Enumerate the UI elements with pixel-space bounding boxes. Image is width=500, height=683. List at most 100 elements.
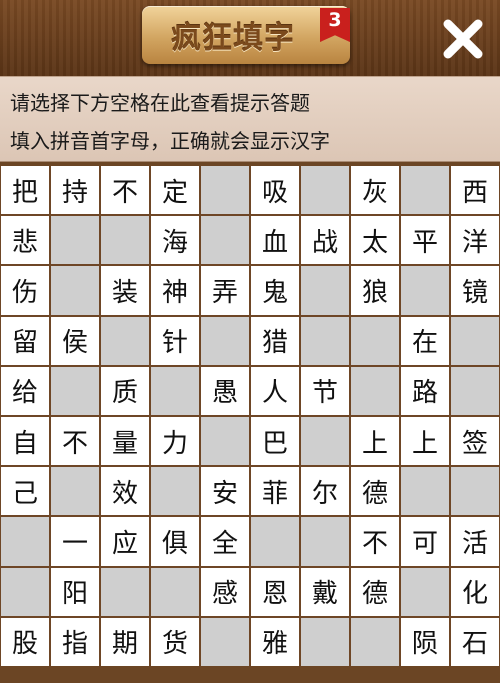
grid-cell[interactable]: 不 <box>51 417 99 466</box>
game-title-plaque: 疯狂填字 <box>142 6 350 64</box>
grid-cell[interactable]: 质 <box>101 366 149 415</box>
grid-cell[interactable]: 自 <box>1 417 49 466</box>
blocked-cell <box>1 567 49 616</box>
grid-cell[interactable]: 持 <box>51 166 99 215</box>
grid-cell[interactable]: 感 <box>201 567 249 616</box>
grid-cell[interactable]: 雅 <box>251 617 299 666</box>
grid-cell[interactable]: 镜 <box>451 266 499 315</box>
grid-cell[interactable]: 悲 <box>1 216 49 265</box>
blocked-cell <box>401 567 449 616</box>
grid-cell[interactable]: 全 <box>201 517 249 566</box>
grid-cell[interactable]: 德 <box>351 467 399 516</box>
grid-cell[interactable]: 安 <box>201 467 249 516</box>
grid-cell[interactable]: 陨 <box>401 617 449 666</box>
grid-cell[interactable]: 戴 <box>301 567 349 616</box>
grid-cell[interactable]: 给 <box>1 366 49 415</box>
blocked-cell <box>101 216 149 265</box>
close-icon <box>443 19 483 59</box>
grid-cell[interactable]: 己 <box>1 467 49 516</box>
grid-cell[interactable]: 战 <box>301 216 349 265</box>
blocked-cell <box>301 617 349 666</box>
grid-cell[interactable]: 化 <box>451 567 499 616</box>
blocked-cell <box>301 266 349 315</box>
grid-cell[interactable]: 菲 <box>251 467 299 516</box>
grid-cell[interactable]: 阳 <box>51 567 99 616</box>
grid-cell[interactable]: 货 <box>151 617 199 666</box>
blocked-cell <box>151 467 199 516</box>
blocked-cell <box>101 316 149 365</box>
blocked-cell <box>301 517 349 566</box>
blocked-cell <box>201 216 249 265</box>
grid-cell[interactable]: 俱 <box>151 517 199 566</box>
grid-cell[interactable]: 神 <box>151 266 199 315</box>
grid-cell[interactable]: 应 <box>101 517 149 566</box>
hint-panel: 请选择下方空格在此查看提示答题 填入拼音首字母，正确就会显示汉字 <box>0 76 500 162</box>
blocked-cell <box>51 216 99 265</box>
grid-cell[interactable]: 弄 <box>201 266 249 315</box>
grid-cell[interactable]: 活 <box>451 517 499 566</box>
grid-cell[interactable]: 量 <box>101 417 149 466</box>
grid-cell[interactable]: 猎 <box>251 316 299 365</box>
grid-cell[interactable]: 尔 <box>301 467 349 516</box>
grid-cell[interactable]: 在 <box>401 316 449 365</box>
grid-cell[interactable]: 签 <box>451 417 499 466</box>
blocked-cell <box>151 567 199 616</box>
grid-cell[interactable]: 吸 <box>251 166 299 215</box>
blocked-cell <box>451 467 499 516</box>
close-button[interactable] <box>440 16 486 62</box>
grid-cell[interactable]: 灰 <box>351 166 399 215</box>
grid-cell[interactable]: 狼 <box>351 266 399 315</box>
blocked-cell <box>51 366 99 415</box>
grid-cell[interactable]: 平 <box>401 216 449 265</box>
grid-cell[interactable]: 伤 <box>1 266 49 315</box>
grid-cell[interactable]: 力 <box>151 417 199 466</box>
blocked-cell <box>1 517 49 566</box>
grid-cell[interactable]: 上 <box>401 417 449 466</box>
blocked-cell <box>151 366 199 415</box>
grid-cell[interactable]: 海 <box>151 216 199 265</box>
grid-cell[interactable]: 愚 <box>201 366 249 415</box>
blocked-cell <box>201 617 249 666</box>
grid-cell[interactable]: 可 <box>401 517 449 566</box>
blocked-cell <box>301 166 349 215</box>
blocked-cell <box>401 467 449 516</box>
grid-cell[interactable]: 上 <box>351 417 399 466</box>
grid-cell[interactable]: 恩 <box>251 567 299 616</box>
grid-cell[interactable]: 不 <box>351 517 399 566</box>
grid-cell[interactable]: 股 <box>1 617 49 666</box>
grid-cell[interactable]: 太 <box>351 216 399 265</box>
blocked-cell <box>201 166 249 215</box>
bottom-wood-strip <box>0 666 500 683</box>
blocked-cell <box>401 266 449 315</box>
grid-cell[interactable]: 不 <box>101 166 149 215</box>
grid-cell[interactable]: 指 <box>51 617 99 666</box>
grid-cell[interactable]: 德 <box>351 567 399 616</box>
grid-cell[interactable]: 把 <box>1 166 49 215</box>
grid-cell[interactable]: 一 <box>51 517 99 566</box>
grid-cell[interactable]: 装 <box>101 266 149 315</box>
blocked-cell <box>301 417 349 466</box>
grid-cell[interactable]: 针 <box>151 316 199 365</box>
grid-cell[interactable]: 人 <box>251 366 299 415</box>
blocked-cell <box>201 316 249 365</box>
crossword-grid: 把持不定吸灰西悲海血战太平洋伤装神弄鬼狼镜留侯针猎在给质愚人节路自不量力巴上上签… <box>0 166 500 666</box>
grid-cell[interactable]: 血 <box>251 216 299 265</box>
grid-cell[interactable]: 节 <box>301 366 349 415</box>
grid-cell[interactable]: 留 <box>1 316 49 365</box>
grid-cell[interactable]: 石 <box>451 617 499 666</box>
grid-cell[interactable]: 侯 <box>51 316 99 365</box>
blocked-cell <box>401 166 449 215</box>
grid-cell[interactable]: 效 <box>101 467 149 516</box>
grid-cell[interactable]: 巴 <box>251 417 299 466</box>
grid-cell[interactable]: 西 <box>451 166 499 215</box>
grid-cell[interactable]: 路 <box>401 366 449 415</box>
blocked-cell <box>51 266 99 315</box>
grid-cell[interactable]: 洋 <box>451 216 499 265</box>
grid-cell[interactable]: 定 <box>151 166 199 215</box>
grid-cell[interactable]: 鬼 <box>251 266 299 315</box>
blocked-cell <box>51 467 99 516</box>
grid-cell[interactable]: 期 <box>101 617 149 666</box>
game-title: 疯狂填字 <box>171 21 295 56</box>
blocked-cell <box>301 316 349 365</box>
top-bar: 疯狂填字 3 <box>0 0 500 76</box>
